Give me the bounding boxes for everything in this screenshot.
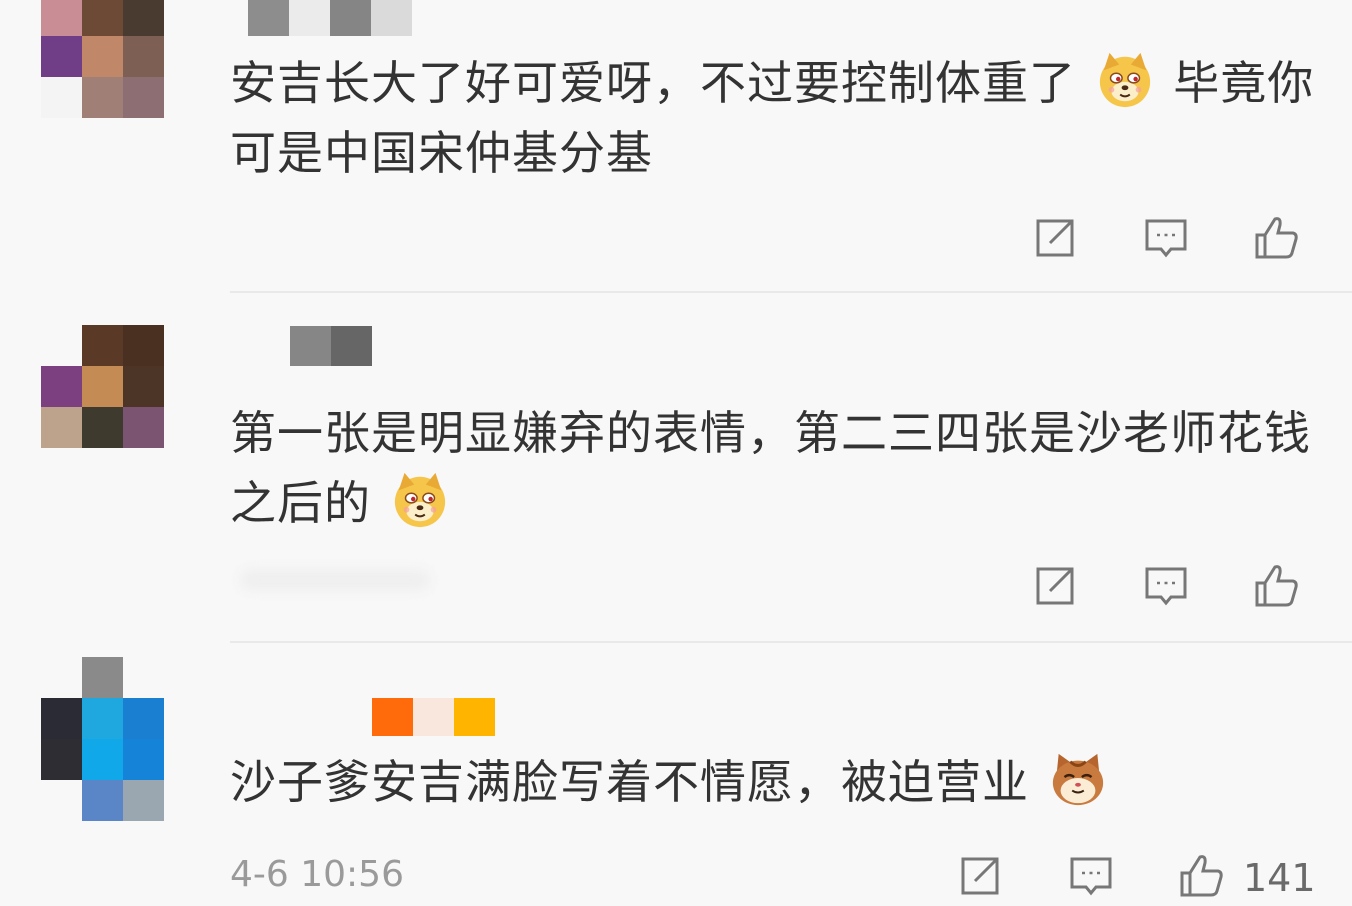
comment-button[interactable] xyxy=(1063,848,1119,904)
username-pixel xyxy=(248,0,289,36)
share-button[interactable] xyxy=(952,848,1008,904)
username-pixel xyxy=(331,326,372,366)
username-mosaic[interactable] xyxy=(290,326,372,366)
avatar-pixel xyxy=(41,366,82,407)
comment-icon xyxy=(1145,567,1187,606)
comment-actions xyxy=(1025,210,1325,266)
username-pixel xyxy=(371,0,412,36)
avatar-pixel xyxy=(123,0,164,36)
avatar-pixel xyxy=(82,698,123,739)
comment-item: 第一张是明显嫌弃的表情，第二三四张是沙老师花钱之后的 xyxy=(0,292,1352,643)
avatar[interactable] xyxy=(41,0,164,118)
avatar-pixel xyxy=(82,657,123,698)
like-button[interactable] xyxy=(1248,210,1304,266)
avatar-pixel xyxy=(41,657,82,698)
avatar-pixel xyxy=(82,407,123,448)
blurred-meta xyxy=(240,570,430,590)
doge-emoji-icon xyxy=(1099,52,1150,108)
username-pixel xyxy=(413,698,454,736)
avatar-pixel xyxy=(41,407,82,448)
comment-actions xyxy=(1025,558,1325,614)
like-button[interactable] xyxy=(1248,558,1304,614)
avatar-pixel xyxy=(123,657,164,698)
comment-timestamp: 4-6 10:56 xyxy=(230,854,404,895)
avatar-pixel xyxy=(82,36,123,77)
thumbs-up-icon xyxy=(1255,217,1298,259)
avatar[interactable] xyxy=(41,325,164,448)
avatar-pixel xyxy=(123,366,164,407)
share-button[interactable] xyxy=(1027,558,1083,614)
share-button[interactable] xyxy=(1027,210,1083,266)
thumbs-up-icon xyxy=(1180,855,1223,897)
username-mosaic[interactable] xyxy=(372,698,495,736)
avatar-pixel xyxy=(82,366,123,407)
comment-text: 沙子爹安吉满脸写着不情愿，被迫营业 xyxy=(230,747,1320,817)
avatar-pixel xyxy=(41,77,82,118)
comment-text: 安吉长大了好可爱呀，不过要控制体重了 毕竟你可是中国宋仲基分基 xyxy=(230,48,1320,188)
avatar-pixel xyxy=(82,325,123,366)
avatar-pixel xyxy=(41,0,82,36)
comment-icon xyxy=(1145,219,1187,258)
username-mosaic[interactable] xyxy=(248,0,412,36)
share-icon xyxy=(1036,567,1074,605)
avatar-pixel xyxy=(123,77,164,118)
username-pixel xyxy=(372,698,413,736)
comment-text: 第一张是明显嫌弃的表情，第二三四张是沙老师花钱之后的 xyxy=(230,406,1311,530)
avatar-pixel xyxy=(41,36,82,77)
avatar-pixel xyxy=(123,36,164,77)
avatar-pixel xyxy=(41,780,82,821)
username-pixel xyxy=(290,326,331,366)
avatar-pixel xyxy=(123,407,164,448)
comment-item: 沙子爹安吉满脸写着不情愿，被迫营业 4-6 10:56 141 xyxy=(0,642,1352,904)
username-pixel xyxy=(330,0,371,36)
doge-emoji-icon xyxy=(394,472,445,528)
avatar-pixel xyxy=(82,0,123,36)
avatar-pixel xyxy=(123,739,164,780)
username-pixel xyxy=(454,698,495,736)
avatar-pixel xyxy=(41,739,82,780)
comment-actions: 141 xyxy=(950,848,1330,904)
avatar[interactable] xyxy=(41,657,164,821)
avatar-pixel xyxy=(41,325,82,366)
avatar-pixel xyxy=(123,698,164,739)
cat-emoji-icon xyxy=(1052,753,1103,806)
avatar-pixel xyxy=(123,780,164,821)
comment-icon xyxy=(1070,857,1112,896)
like-button[interactable] xyxy=(1173,848,1229,904)
comment-button[interactable] xyxy=(1138,210,1194,266)
avatar-pixel xyxy=(123,325,164,366)
avatar-pixel xyxy=(41,698,82,739)
like-count: 141 xyxy=(1243,856,1316,900)
share-icon xyxy=(1036,219,1074,257)
comment-button[interactable] xyxy=(1138,558,1194,614)
avatar-pixel xyxy=(82,780,123,821)
username-pixel xyxy=(289,0,330,36)
comment-item: 安吉长大了好可爱呀，不过要控制体重了 毕竟你可是中国宋仲基分基 xyxy=(0,0,1352,293)
thumbs-up-icon xyxy=(1255,565,1298,607)
share-icon xyxy=(961,857,999,895)
avatar-pixel xyxy=(82,77,123,118)
avatar-pixel xyxy=(82,739,123,780)
